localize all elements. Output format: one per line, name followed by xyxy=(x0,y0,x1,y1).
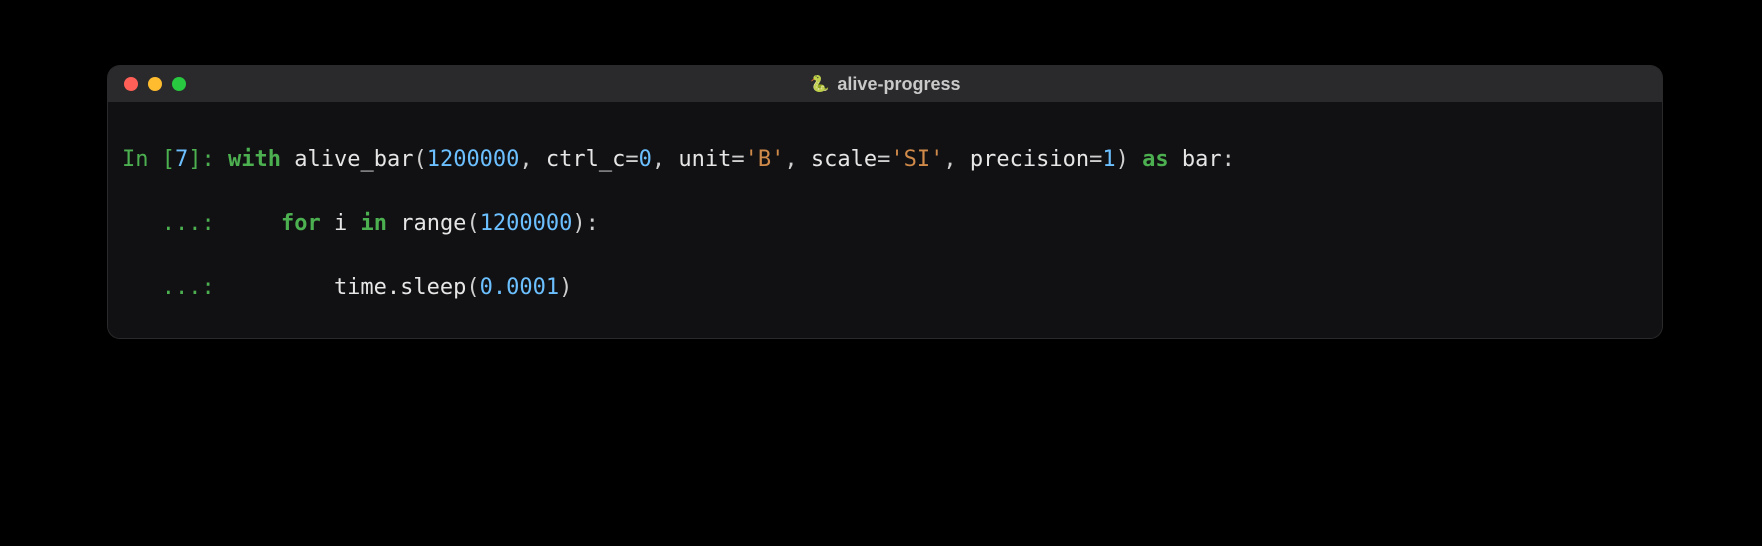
code-line-3: ...: time.sleep(0.0001) xyxy=(122,272,1648,304)
arg-prec-val: 1 xyxy=(1102,147,1115,172)
kw-with: with xyxy=(228,147,281,172)
fn-range: range xyxy=(400,211,466,236)
range-arg: 1200000 xyxy=(480,211,573,236)
titlebar[interactable]: 🐍 alive-progress xyxy=(108,66,1662,102)
kw-in: in xyxy=(360,211,387,236)
indent xyxy=(228,275,334,300)
sleep-arg: 0.0001 xyxy=(480,275,559,300)
zoom-icon[interactable] xyxy=(172,77,186,91)
terminal-body[interactable]: In [7]: with alive_bar(1200000, ctrl_c=0… xyxy=(108,102,1662,338)
traffic-lights xyxy=(108,77,186,91)
prompt-in: In xyxy=(122,147,162,172)
var-bar: bar xyxy=(1182,147,1222,172)
code-line-2: ...: for i in range(1200000): xyxy=(122,208,1648,240)
minimize-icon[interactable] xyxy=(148,77,162,91)
arg-unit-key: unit xyxy=(678,147,731,172)
fn-alive-bar: alive_bar xyxy=(294,147,413,172)
window-title-text: alive-progress xyxy=(837,74,960,95)
terminal-window: 🐍 alive-progress In [7]: with alive_bar(… xyxy=(108,66,1662,338)
kw-as: as xyxy=(1142,147,1169,172)
arg-ctrlc-val: 0 xyxy=(639,147,652,172)
prompt-open-bracket: [ xyxy=(162,147,175,172)
close-icon[interactable] xyxy=(124,77,138,91)
python-icon: 🐍 xyxy=(810,76,830,92)
var-i: i xyxy=(334,211,347,236)
arg-ctrlc-key: ctrl_c xyxy=(546,147,625,172)
arg-scale-key: scale xyxy=(811,147,877,172)
code-line-4: ...: bar() xyxy=(122,336,1648,338)
call-sleep: time.sleep xyxy=(334,275,466,300)
indent xyxy=(228,211,281,236)
arg-total: 1200000 xyxy=(427,147,520,172)
prompt-index: 7 xyxy=(175,147,188,172)
kw-for: for xyxy=(281,211,321,236)
window-title: 🐍 alive-progress xyxy=(108,74,1662,95)
arg-unit-val: 'B' xyxy=(745,147,785,172)
arg-scale-val: 'SI' xyxy=(890,147,943,172)
prompt-close-bracket: ]: xyxy=(188,147,228,172)
arg-prec-key: precision xyxy=(970,147,1089,172)
prompt-cont: ...: xyxy=(122,275,228,300)
code-line-1: In [7]: with alive_bar(1200000, ctrl_c=0… xyxy=(122,144,1648,176)
prompt-cont: ...: xyxy=(122,211,228,236)
stage: 🐍 alive-progress In [7]: with alive_bar(… xyxy=(0,0,1762,546)
